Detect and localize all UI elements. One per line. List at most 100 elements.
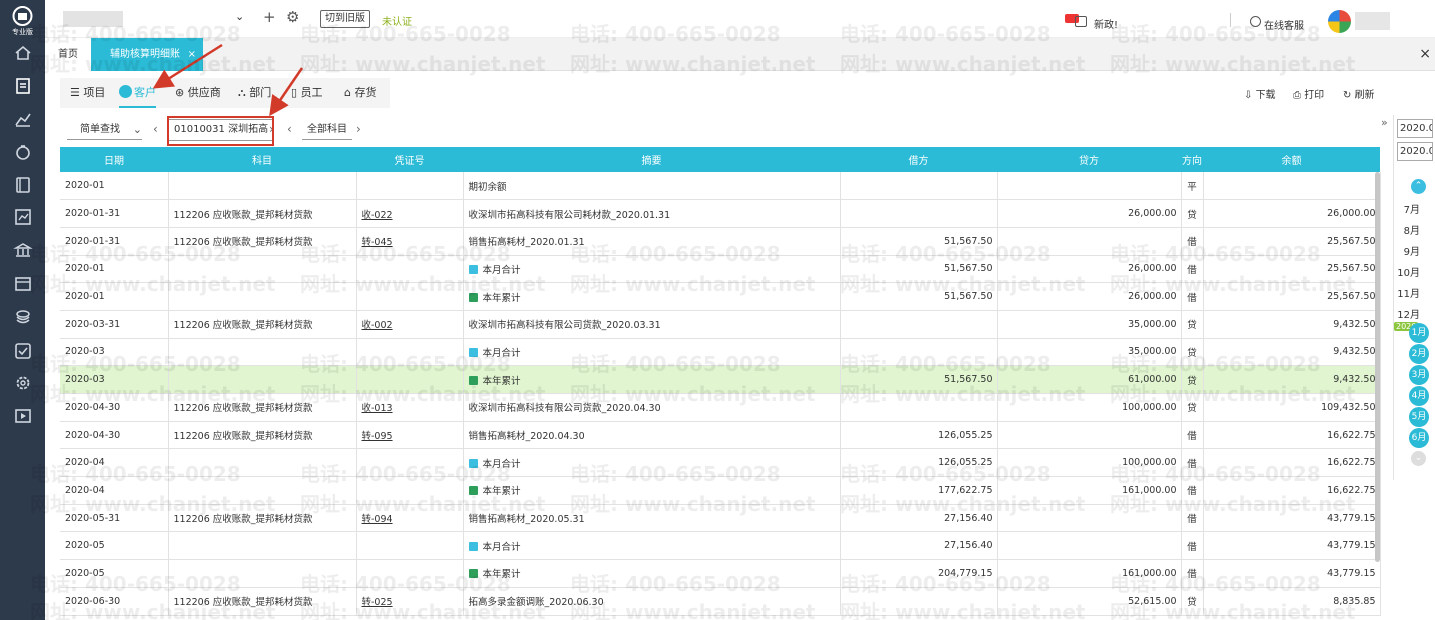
cell-credit [997, 531, 1182, 561]
refresh-button[interactable]: ↻ 刷新 [1343, 86, 1375, 101]
cell-balance: 16,622.75 [1203, 421, 1381, 450]
col-date[interactable]: 日期 [60, 147, 168, 172]
cell-subject: 112206 应收账款_提邦耗材货款 [168, 421, 357, 450]
voucher-icon[interactable] [13, 76, 33, 96]
vertical-scrollbar[interactable] [1375, 172, 1380, 562]
cell-date: 2020-03-31 [60, 310, 169, 339]
cell-credit [997, 421, 1182, 450]
month-12[interactable]: 12月 [1394, 306, 1420, 321]
col-voucher[interactable]: 凭证号 [356, 147, 463, 172]
chevron-right-icon[interactable]: › [356, 122, 361, 136]
cell-subject [168, 172, 357, 201]
cell-voucher: 收-002 [356, 310, 464, 339]
cell-debit [840, 310, 998, 339]
download-button[interactable]: ⇩ 下载 [1244, 86, 1276, 101]
cell-date: 2020-01 [60, 172, 169, 201]
table-row[interactable]: 2020-01-31 112206 应收账款_提邦耗材货款 收-022 收深圳市拓高科… [60, 199, 1381, 228]
month-11[interactable]: 11月 [1394, 285, 1420, 300]
ledger-book-icon[interactable] [13, 175, 33, 195]
table-row[interactable]: 2020-04-30 112206 应收账款_提邦耗材货款 转-095 销售拓高耗材_… [60, 421, 1381, 450]
table-row[interactable]: 2020-01 期初余额 平 [60, 172, 1381, 201]
chevron-left-icon[interactable]: ‹ [287, 122, 292, 136]
month-3-active[interactable]: 3月 [1409, 365, 1429, 385]
inventory-icon: ⌂ [344, 86, 355, 99]
list-icon: ☰ [70, 86, 84, 99]
col-balance[interactable]: 余额 [1203, 147, 1380, 172]
col-credit[interactable]: 贷方 [997, 147, 1181, 172]
cell-debit: 27,156.40 [840, 531, 998, 561]
cell-summary: 期初余额 [463, 172, 841, 201]
cell-debit [840, 172, 998, 201]
voucher-link[interactable]: 收-022 [362, 210, 393, 221]
news-icon[interactable] [1075, 16, 1087, 27]
cell-voucher [356, 531, 464, 561]
chevron-down-icon[interactable]: ⌄ [1411, 451, 1426, 466]
voucher-link[interactable]: 收-002 [362, 320, 393, 331]
table-row[interactable]: 2020-03-31 112206 应收账款_提邦耗材货款 收-002 收深圳市拓高科… [60, 310, 1381, 339]
cell-summary: 收深圳市拓高科技有限公司货款_2020.03.31 [463, 310, 841, 339]
cell-credit: 35,000.00 [997, 310, 1182, 339]
cell-subject: 112206 应收账款_提邦耗材货款 [168, 310, 357, 339]
sidebar: 专业版 [0, 0, 45, 620]
search-mode-select[interactable]: 简单查找 ⌄ [67, 120, 142, 140]
cell-date: 2020-04-30 [60, 421, 169, 450]
end-date-input[interactable]: 2020.06 [1397, 142, 1433, 161]
date-panel: 2020.01 2020.06 ⌃ 7月 8月 9月 10月 11月 12月 2… [1393, 115, 1435, 480]
chevron-up-icon[interactable]: ⌃ [1411, 179, 1426, 194]
col-debit[interactable]: 借方 [840, 147, 997, 172]
username-redacted[interactable] [1355, 12, 1390, 30]
month-7[interactable]: 7月 [1394, 201, 1420, 216]
month-9[interactable]: 9月 [1394, 243, 1420, 258]
tab-inventory[interactable]: ⌂ 存货 [344, 78, 376, 108]
cell-credit [997, 172, 1182, 201]
plus-icon[interactable]: + [263, 8, 276, 26]
cell-balance: 43,779.15 [1203, 531, 1381, 561]
avatar[interactable] [1328, 10, 1351, 33]
tab-project[interactable]: ☰ 项目 [70, 78, 105, 108]
cell-balance: 26,000.00 [1203, 199, 1381, 228]
month-4-active[interactable]: 4月 [1409, 386, 1429, 406]
customer-icon [119, 85, 132, 98]
tab-department[interactable]: ⛬ 部门 [238, 78, 271, 108]
subject-select[interactable]: 全部科目 [302, 120, 352, 140]
col-subject[interactable]: 科目 [168, 147, 356, 172]
month-2-active[interactable]: 2月 [1409, 344, 1429, 364]
col-summary[interactable]: 摘要 [463, 147, 840, 172]
start-date-input[interactable]: 2020.01 [1397, 119, 1433, 138]
print-button[interactable]: ⎙ 打印 [1293, 86, 1324, 101]
month-1-active[interactable]: 1月 [1409, 323, 1429, 343]
chevron-down-icon: ⌄ [132, 123, 142, 136]
supplier-icon: ⊛ [175, 86, 188, 99]
tab-supplier[interactable]: ⊛ 供应商 [175, 78, 221, 108]
cell-balance: 9,432.50 [1203, 310, 1381, 339]
org-icon: ⛬ [238, 86, 250, 99]
month-total-icon [468, 541, 478, 551]
tab-customer[interactable]: 客户 [119, 78, 156, 108]
summary-text: 本月合计 [482, 541, 521, 553]
voucher-link[interactable]: 转-095 [362, 431, 393, 442]
gear-icon[interactable]: ⚙ [286, 8, 299, 26]
chevron-left-icon[interactable]: ‹ [153, 122, 158, 136]
money-bag-icon[interactable] [13, 142, 33, 162]
month-8[interactable]: 8月 [1394, 222, 1420, 237]
month-10[interactable]: 10月 [1394, 264, 1420, 279]
tab-employee[interactable]: ▯ 员工 [291, 78, 323, 108]
stack-icon[interactable] [13, 307, 33, 327]
report-icon[interactable] [13, 207, 33, 227]
close-all-tabs-icon[interactable]: × [1419, 46, 1431, 62]
cell-voucher: 收-022 [356, 199, 464, 228]
cell-direction: 借 [1181, 531, 1204, 561]
refresh-icon: ↻ [1343, 90, 1355, 101]
chart-icon[interactable] [13, 109, 33, 129]
cell-balance [1203, 172, 1381, 201]
cell-credit: 26,000.00 [997, 199, 1182, 228]
month-5-active[interactable]: 5月 [1409, 407, 1429, 427]
cell-direction: 贷 [1181, 199, 1204, 228]
panel-collapse-icon[interactable]: » [1381, 116, 1388, 129]
col-direction[interactable]: 方向 [1181, 147, 1203, 172]
cell-date: 2020-01-31 [60, 199, 169, 228]
month-6-active[interactable]: 6月 [1409, 428, 1429, 448]
table-row[interactable]: 2020-05 本月合计 27,156.40 借 43,779.15 [60, 531, 1381, 561]
cell-summary: 收深圳市拓高科技有限公司耗材款_2020.01.31 [463, 199, 841, 228]
play-icon[interactable] [13, 406, 33, 426]
